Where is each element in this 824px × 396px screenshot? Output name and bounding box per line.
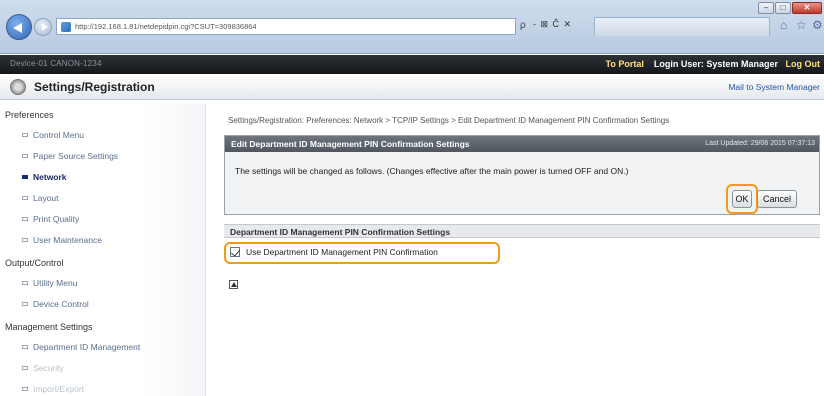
to-portal-link[interactable]: To Portal — [606, 59, 644, 69]
sidebar-item-device-control[interactable]: Device Control — [22, 299, 89, 309]
settings-header: Department ID Management PIN Confirmatio… — [224, 224, 820, 238]
breadcrumb: Settings/Registration: Preferences: Netw… — [228, 116, 670, 125]
bullet-icon — [22, 366, 28, 370]
cancel-button[interactable]: Cancel — [757, 190, 797, 208]
sidebar-item-user-maintenance[interactable]: User Maintenance — [22, 235, 102, 245]
browser-tab[interactable] — [594, 17, 770, 36]
logout-link[interactable]: Log Out — [786, 59, 821, 69]
sidebar-item-label: Network — [33, 172, 67, 182]
setting-row: Use Department ID Management PIN Confirm… — [224, 242, 820, 264]
sidebar-item-label: Device Control — [33, 299, 89, 309]
sidebar-item-utility-menu[interactable]: Utility Menu — [22, 278, 77, 288]
sidebar-item-label: Import/Export — [33, 384, 85, 394]
bullet-icon — [22, 387, 28, 391]
sidebar-item-label: Print Quality — [33, 214, 80, 224]
site-header: Device-01 CANON-1234 To Portal Login Use… — [0, 55, 824, 74]
panel-title: Edit Department ID Management PIN Confir… — [231, 139, 470, 149]
sidebar: Preferences Control Menu Paper Source Se… — [0, 104, 206, 396]
sidebar-item-label: Layout — [33, 193, 59, 203]
back-icon[interactable] — [6, 14, 32, 40]
pin-confirmation-settings: Department ID Management PIN Confirmatio… — [224, 224, 820, 264]
star-icon[interactable]: ☆ — [796, 18, 807, 32]
sidebar-heading-output-control: Output/Control — [5, 258, 64, 268]
site-favicon-icon — [61, 21, 71, 32]
header-links: To Portal Login User: System Manager Log… — [606, 59, 820, 69]
sidebar-item-label: Utility Menu — [33, 278, 78, 288]
gear-icon[interactable]: ⚙ — [812, 18, 823, 32]
sidebar-item-label: Control Menu — [33, 130, 85, 140]
last-updated-text: Last Updated: 29/06 2015 07:37:13 — [705, 140, 815, 147]
url-text[interactable]: http://192.168.1.81/netdepidpin.cgi?CSUT… — [75, 22, 257, 31]
minimize-button[interactable]: – — [758, 2, 774, 14]
bullet-icon — [22, 133, 28, 137]
sidebar-item-import-export[interactable]: Import/Export — [22, 384, 84, 394]
sidebar-item-print-quality[interactable]: Print Quality — [22, 214, 79, 224]
sidebar-item-control-menu[interactable]: Control Menu — [22, 130, 84, 140]
bullet-icon — [22, 281, 28, 285]
sidebar-item-label: Security — [33, 363, 64, 373]
address-controls[interactable]: - ⊠ Ĉ ✕ — [533, 19, 572, 30]
sidebar-item-paper-source-settings[interactable]: Paper Source Settings — [22, 151, 118, 161]
sidebar-item-label: User Maintenance — [33, 235, 102, 245]
panel-header: Edit Department ID Management PIN Confir… — [225, 136, 819, 152]
bullet-icon — [22, 238, 28, 242]
settings-title: Department ID Management PIN Confirmatio… — [230, 227, 451, 237]
bullet-icon — [22, 154, 28, 158]
bullet-icon — [22, 302, 28, 306]
sidebar-heading-management-settings: Management Settings — [5, 322, 93, 332]
login-user-text: Login User: System Manager — [653, 59, 778, 69]
sidebar-item-department-id-management[interactable]: Department ID Management — [22, 342, 140, 352]
browser-chrome: – □ ✕ http://192.168.1.81/netdepidpin.cg… — [0, 0, 824, 54]
sidebar-item-label: Department ID Management — [33, 342, 141, 352]
back-to-top-icon[interactable] — [229, 280, 238, 289]
change-message: The settings will be changed as follows.… — [235, 166, 629, 176]
bullet-icon — [22, 345, 28, 349]
search-icon[interactable]: ρ — [520, 20, 526, 31]
forward-icon[interactable] — [34, 18, 52, 36]
sidebar-item-label: Paper Source Settings — [33, 151, 119, 161]
bullet-icon — [22, 175, 28, 179]
mail-to-system-manager-link[interactable]: Mail to System Manager — [728, 82, 820, 92]
title-bar: Settings/Registration Mail to System Man… — [0, 74, 824, 100]
use-pin-confirmation-checkbox[interactable] — [230, 247, 240, 257]
maximize-button[interactable]: □ — [775, 2, 791, 14]
address-bar[interactable]: http://192.168.1.81/netdepidpin.cgi?CSUT… — [56, 18, 516, 35]
sidebar-item-layout[interactable]: Layout — [22, 193, 59, 203]
bullet-icon — [22, 196, 28, 200]
use-pin-confirmation-label[interactable]: Use Department ID Management PIN Confirm… — [246, 247, 438, 257]
sidebar-item-security[interactable]: Security — [22, 363, 64, 373]
edit-confirmation-panel: Edit Department ID Management PIN Confir… — [224, 135, 820, 215]
settings-icon — [10, 79, 26, 95]
bullet-icon — [22, 217, 28, 221]
close-window-button[interactable]: ✕ — [792, 2, 822, 14]
sidebar-item-network[interactable]: Network — [22, 172, 67, 182]
page-title: Settings/Registration — [34, 80, 155, 94]
ok-button[interactable]: OK — [732, 190, 752, 208]
home-icon[interactable]: ⌂ — [780, 18, 787, 32]
sidebar-heading-preferences: Preferences — [5, 110, 54, 120]
device-name: Device-01 CANON-1234 — [10, 59, 102, 68]
